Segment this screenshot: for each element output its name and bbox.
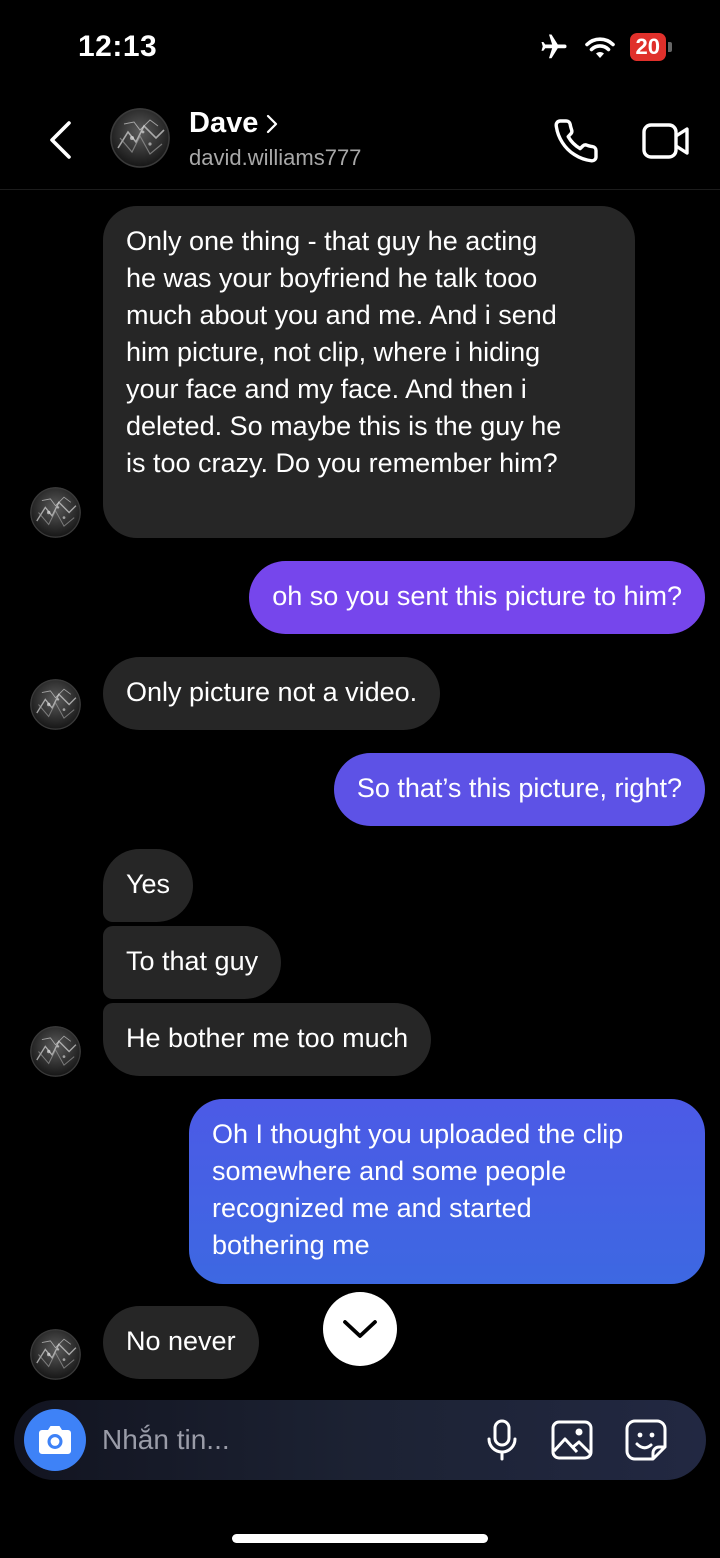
back-button[interactable] xyxy=(40,117,80,163)
microphone-icon xyxy=(487,1419,517,1461)
chevron-left-icon xyxy=(50,121,71,159)
message-line: Only one thing - that guy he acting xyxy=(126,226,538,256)
battery-icon: 20 xyxy=(629,33,672,61)
message-line: Oh I thought you uploaded the clip xyxy=(212,1119,624,1149)
chevron-right-icon xyxy=(267,114,278,133)
camera-button[interactable] xyxy=(24,1409,86,1471)
message-bubble-outgoing[interactable]: Oh I thought you uploaded the clip somew… xyxy=(189,1099,705,1284)
message-bubble-incoming[interactable]: Only one thing - that guy he acting he w… xyxy=(103,206,635,538)
chat-header: Dave david.williams777 xyxy=(0,95,720,190)
contact-handle: david.williams777 xyxy=(189,145,362,170)
sticker-icon xyxy=(625,1419,667,1461)
video-call-button[interactable] xyxy=(640,117,692,165)
video-camera-icon xyxy=(642,123,689,159)
message-line: recognized me and started xyxy=(212,1193,532,1223)
message-bubble-incoming[interactable]: Only picture not a video. xyxy=(103,657,441,730)
camera-icon xyxy=(39,1426,71,1454)
message-line: is too crazy. Do you remember him? xyxy=(126,448,558,478)
wifi-icon xyxy=(584,37,615,58)
message-line: somewhere and some people xyxy=(212,1156,567,1186)
message-composer xyxy=(14,1400,706,1480)
message-line: much about you and me. And i send xyxy=(126,300,557,330)
sender-avatar[interactable] xyxy=(30,1329,81,1380)
voice-message-button[interactable] xyxy=(480,1418,524,1462)
message-bubble-incoming[interactable]: Yes xyxy=(103,849,194,922)
airplane-icon xyxy=(541,34,567,59)
message-line: Yes xyxy=(126,869,171,899)
battery-cap xyxy=(668,42,672,52)
sender-avatar[interactable] xyxy=(30,679,81,730)
message-bubble-outgoing[interactable]: So that’s this picture, right? xyxy=(333,753,705,826)
gallery-button[interactable] xyxy=(550,1418,594,1462)
message-line: To that guy xyxy=(126,946,259,976)
message-line: He bother me too much xyxy=(126,1023,409,1053)
gallery-icon xyxy=(551,1420,593,1460)
sticker-button[interactable] xyxy=(624,1418,668,1462)
sender-avatar[interactable] xyxy=(30,1026,81,1077)
message-line: bothering me xyxy=(212,1230,370,1260)
status-icons: 20 xyxy=(538,32,672,62)
contact-name: Dave xyxy=(189,107,259,139)
scroll-to-bottom-button[interactable] xyxy=(323,1292,397,1366)
message-input[interactable] xyxy=(102,1418,462,1462)
message-line: your face and my face. And then i xyxy=(126,374,527,404)
home-indicator xyxy=(232,1534,488,1543)
message-line: No never xyxy=(126,1326,236,1356)
message-line: him picture, not clip, where i hiding xyxy=(126,337,541,367)
message-bubble-incoming[interactable]: No never xyxy=(103,1306,259,1379)
status-time: 12:13 xyxy=(78,30,158,63)
contact-profile-link[interactable]: Dave xyxy=(189,107,278,140)
message-bubble-incoming[interactable]: To that guy xyxy=(103,926,282,999)
message-line: Only picture not a video. xyxy=(126,677,418,707)
contact-avatar[interactable] xyxy=(110,108,170,168)
message-bubble-incoming[interactable]: He bother me too much xyxy=(103,1003,432,1076)
chevron-down-icon xyxy=(343,1320,377,1338)
message-bubble-outgoing[interactable]: oh so you sent this picture to him? xyxy=(249,561,705,634)
battery-level: 20 xyxy=(629,33,666,61)
message-line: oh so you sent this picture to him? xyxy=(272,581,682,611)
status-bar: 12:13 20 xyxy=(0,0,720,95)
message-line: So that’s this picture, right? xyxy=(356,773,682,803)
message-line: he was your boyfriend he talk tooo xyxy=(126,263,538,293)
sender-avatar[interactable] xyxy=(30,487,81,538)
message-line: deleted. So maybe this is the guy he xyxy=(126,411,562,441)
voice-call-button[interactable] xyxy=(552,117,600,165)
phone-icon xyxy=(554,119,598,163)
